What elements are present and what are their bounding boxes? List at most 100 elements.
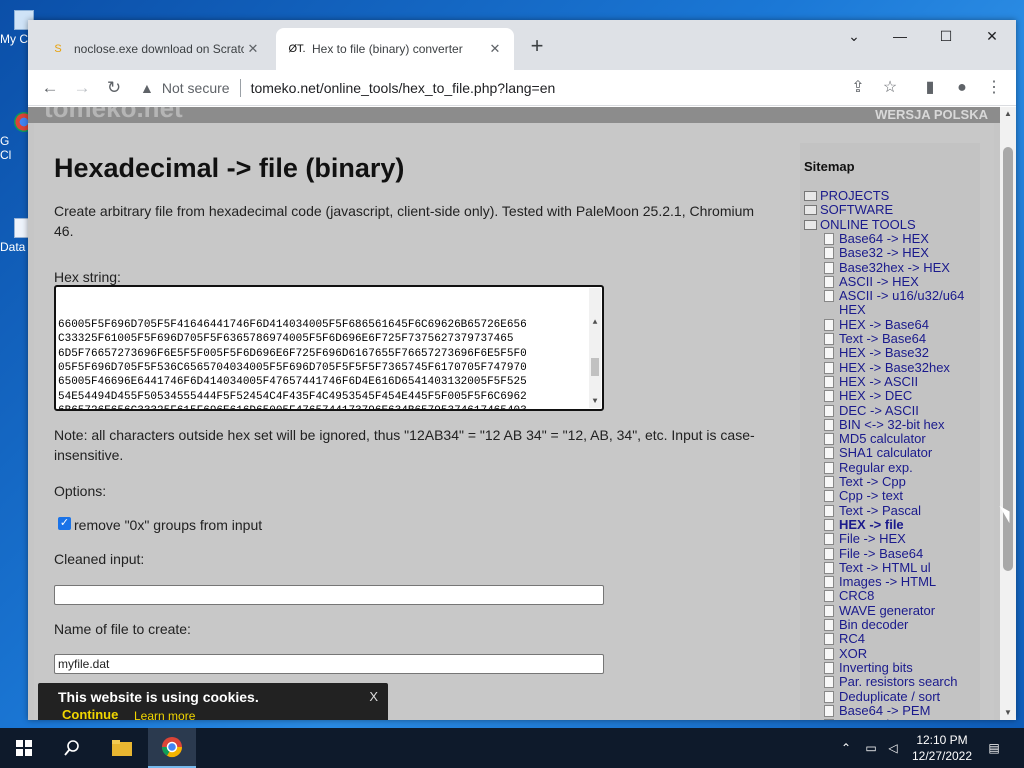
profile-avatar-icon[interactable]: ● [948, 74, 976, 102]
chrome-taskbar-button[interactable] [148, 728, 196, 768]
sitemap-item[interactable]: RC4 [824, 632, 865, 646]
cookie-continue-link[interactable]: Continue [62, 707, 118, 720]
desktop-icon-data[interactable]: Data [0, 218, 34, 254]
sitemap-item[interactable]: XOR [824, 646, 867, 661]
page-icon [824, 647, 834, 660]
sitemap-item[interactable]: Text -> Pascal [824, 503, 921, 518]
tab-search-icon[interactable]: ⌄ [834, 24, 874, 48]
desktop-icon-my-computer[interactable]: My C [0, 10, 34, 46]
file-explorer-button[interactable] [98, 728, 146, 768]
page-icon [824, 433, 834, 446]
search-button[interactable] [48, 728, 96, 768]
page-content: Hexadecimal -> file (binary) Create arbi… [34, 123, 994, 720]
share-icon[interactable]: ⇪ [844, 74, 872, 102]
address-bar[interactable]: ▲ Not secure tomeko.net/online_tools/hex… [140, 74, 860, 102]
sitemap-item[interactable]: Base64 -> HEX [824, 231, 929, 246]
cleaned-input-field[interactable] [54, 585, 604, 605]
desktop-icon-label: My C [0, 32, 28, 46]
menu-kebab-icon[interactable]: ⋮ [980, 74, 1008, 102]
page-icon [824, 290, 834, 303]
sitemap-item[interactable]: Deduplicate / sort [824, 689, 940, 704]
close-tab-icon[interactable]: ✕ [244, 40, 262, 58]
sitemap-item[interactable]: ASCII -> HEX [824, 274, 919, 289]
cookie-learn-more-link[interactable]: Learn more [134, 709, 195, 720]
desktop-icon-chrome[interactable]: G Cl [0, 112, 34, 162]
sitemap-item[interactable]: Inverting bits [824, 660, 913, 675]
forward-button[interactable]: → [68, 74, 96, 102]
sitemap-item[interactable]: PEM -> base64 [824, 718, 929, 720]
maximize-button[interactable]: ☐ [926, 24, 966, 48]
security-label[interactable]: Not secure [162, 80, 230, 96]
filename-input[interactable]: myfile.dat [54, 654, 604, 674]
sitemap-item[interactable]: Bin decoder [824, 618, 908, 632]
sitemap-item[interactable]: BIN <-> 32-bit hex [824, 417, 945, 432]
bookmark-star-icon[interactable]: ☆ [876, 74, 904, 102]
sitemap-item[interactable]: Images -> HTML [824, 575, 936, 589]
page-icon [824, 275, 834, 288]
sitemap-item[interactable]: Base32 -> HEX [824, 246, 929, 260]
start-button[interactable] [0, 728, 48, 768]
sitemap-item[interactable]: HEX -> DEC [824, 389, 912, 403]
page-icon [824, 261, 834, 274]
page-icon [824, 390, 834, 403]
sitemap-item[interactable]: MD5 calculator [824, 432, 926, 446]
url-text[interactable]: tomeko.net/online_tools/hex_to_file.php?… [251, 80, 556, 96]
volume-icon[interactable]: ◁ [882, 728, 904, 768]
system-clock[interactable]: 12:10 PM 12/27/2022 [904, 732, 980, 764]
windows-logo-icon [16, 740, 32, 756]
side-panel-icon[interactable]: ▮ [916, 74, 944, 102]
scroll-up-icon[interactable]: ▲ [589, 317, 601, 329]
sitemap-item[interactable]: Text -> Base64 [824, 332, 926, 346]
sitemap-item[interactable]: Regular exp. [824, 460, 913, 475]
sitemap-item[interactable]: DEC -> ASCII [824, 403, 919, 418]
notifications-icon[interactable]: ▤ [982, 728, 1006, 768]
polish-version-link[interactable]: WERSJA POLSKA [875, 107, 988, 122]
open-folder-icon [804, 219, 817, 230]
sitemap-folder-online-tools[interactable]: ONLINE TOOLS [804, 217, 916, 232]
sitemap-item[interactable]: SHA1 calculator [824, 446, 932, 460]
site-logo[interactable]: tomeko.net [44, 107, 183, 124]
sitemap-item[interactable]: Base64 -> PEM [824, 703, 930, 718]
back-button[interactable]: ← [36, 74, 64, 102]
minimize-button[interactable]: — [880, 24, 920, 48]
sitemap-item[interactable]: Text -> HTML ul [824, 560, 931, 575]
sitemap-item[interactable]: HEX [824, 303, 866, 317]
options-label: Options: [54, 483, 107, 499]
sitemap-item[interactable]: HEX -> Base32 [824, 346, 929, 360]
sitemap-folder-projects[interactable]: PROJECTS [804, 189, 889, 203]
sitemap-item[interactable]: WAVE generator [824, 603, 935, 618]
sitemap-item[interactable]: HEX -> ASCII [824, 374, 918, 389]
sitemap-item[interactable]: File -> Base64 [824, 546, 923, 561]
scroll-down-icon[interactable]: ▼ [589, 396, 601, 408]
sitemap-item[interactable]: Text -> Cpp [824, 475, 906, 489]
sitemap-item[interactable]: Base32hex -> HEX [824, 260, 950, 275]
sitemap-folder-software[interactable]: SOFTWARE [804, 203, 893, 217]
sitemap-item[interactable]: HEX -> file [824, 517, 904, 532]
page-icon [824, 490, 834, 503]
tray-overflow-icon[interactable]: ⌃ [836, 728, 856, 768]
hex-string-textarea[interactable]: 66005F5F696D705F5F41646441746F6D41403400… [54, 285, 604, 411]
tab-hex-to-file[interactable]: ØT. Hex to file (binary) converter ✕ [276, 28, 514, 70]
sitemap-item[interactable]: Par. resistors search [824, 675, 958, 689]
sitemap-item[interactable]: File -> HEX [824, 532, 906, 546]
reload-button[interactable]: ↻ [100, 74, 128, 102]
scroll-up-icon[interactable]: ▲ [1000, 107, 1016, 121]
close-window-button[interactable]: ✕ [972, 24, 1012, 48]
sitemap-item[interactable]: CRC8 [824, 589, 874, 603]
new-tab-button[interactable]: + [526, 35, 548, 58]
close-tab-icon[interactable]: ✕ [486, 40, 504, 58]
chrome-icon [161, 737, 183, 758]
tab-scratch[interactable]: S noclose.exe download on Scratch ✕ [40, 28, 272, 70]
sitemap-item[interactable]: Cpp -> text [824, 489, 903, 503]
page-scrollbar[interactable]: ▲ ▼ [1000, 107, 1016, 720]
textarea-scrollbar[interactable]: ▲ ▼ [589, 288, 601, 408]
remove-0x-checkbox[interactable]: ✓ [58, 517, 71, 530]
cookie-close-button[interactable]: X [369, 689, 378, 704]
scroll-down-icon[interactable]: ▼ [1000, 706, 1016, 720]
remove-0x-label[interactable]: remove "0x" groups from input [74, 517, 262, 533]
sitemap-item[interactable]: ASCII -> u16/u32/u64 [824, 289, 964, 303]
network-icon[interactable]: ▭ [860, 728, 882, 768]
sitemap-item[interactable]: HEX -> Base32hex [824, 360, 950, 375]
sitemap-item[interactable]: HEX -> Base64 [824, 317, 929, 332]
scrollbar-thumb[interactable] [591, 358, 599, 376]
